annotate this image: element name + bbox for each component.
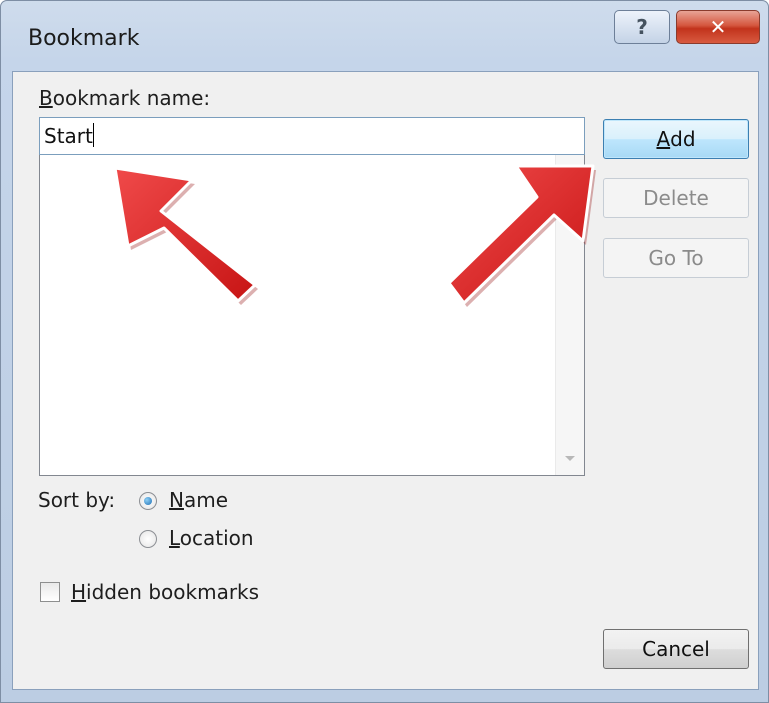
hidden-bookmarks-checkbox[interactable] [40,582,60,602]
sort-name-label[interactable]: Name [169,488,228,512]
goto-button[interactable]: Go To [603,238,749,278]
dialog-title: Bookmark [28,26,140,51]
close-button[interactable]: ✕ [676,10,760,44]
hidden-bookmarks-label[interactable]: Hidden bookmarks [71,580,259,604]
bookmark-list[interactable] [39,155,585,476]
add-button[interactable]: Add [603,119,749,159]
close-icon: ✕ [709,15,727,39]
help-button[interactable]: ? [614,10,670,44]
sort-name-radio[interactable] [139,492,157,510]
list-scrollbar[interactable] [555,155,584,475]
text-caret [92,123,94,147]
help-icon: ? [636,15,648,39]
sort-location-label[interactable]: Location [169,526,254,550]
bookmark-dialog: Bookmark ? ✕ Bookmark name: Start Add De… [0,0,769,703]
scroll-down-icon[interactable] [565,456,575,461]
bookmark-name-input[interactable]: Start [39,117,585,155]
bookmark-name-label: Bookmark name: [39,86,211,110]
sort-by-label: Sort by: [38,488,116,512]
delete-button[interactable]: Delete [603,178,749,218]
sort-location-radio[interactable] [139,530,157,548]
radio-selected-dot [144,497,152,505]
dialog-body: Bookmark name: Start Add Delete Go To So… [12,71,759,690]
cancel-button[interactable]: Cancel [603,629,749,669]
